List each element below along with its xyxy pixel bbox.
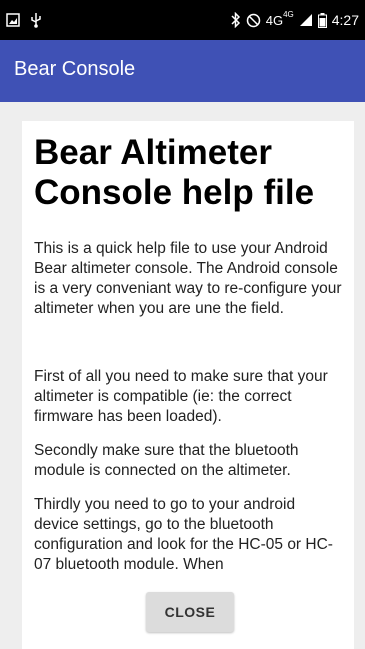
help-paragraph-intro: This is a quick help file to use your An…: [34, 240, 342, 317]
network-type-label: 4G4G: [265, 9, 294, 28]
status-bar: 4G4G 4:27: [0, 0, 365, 40]
signal-icon: [299, 14, 312, 26]
close-button[interactable]: CLOSE: [146, 592, 234, 632]
battery-icon: [317, 12, 327, 28]
usb-icon: [31, 13, 41, 28]
image-notification-icon: [6, 13, 20, 27]
help-content: Bear Altimeter Console help file This is…: [22, 121, 354, 575]
app-bar: Bear Console: [0, 40, 365, 102]
help-paragraph-device-settings: Thirdly you need to go to your android d…: [34, 496, 333, 573]
help-content-card[interactable]: Bear Altimeter Console help file This is…: [22, 121, 354, 649]
status-right: 4G4G 4:27: [231, 0, 359, 40]
do-not-disturb-icon: [246, 13, 260, 27]
status-left: [6, 0, 42, 40]
help-paragraph-firmware: First of all you need to make sure that …: [34, 368, 328, 425]
bluetooth-icon: [231, 12, 240, 28]
status-time: 4:27: [331, 12, 359, 28]
app-title: Bear Console: [14, 58, 136, 80]
help-title: Bear Altimeter Console help file: [34, 133, 315, 212]
help-paragraph-bluetooth-module: Secondly make sure that the bluetooth mo…: [34, 442, 299, 479]
